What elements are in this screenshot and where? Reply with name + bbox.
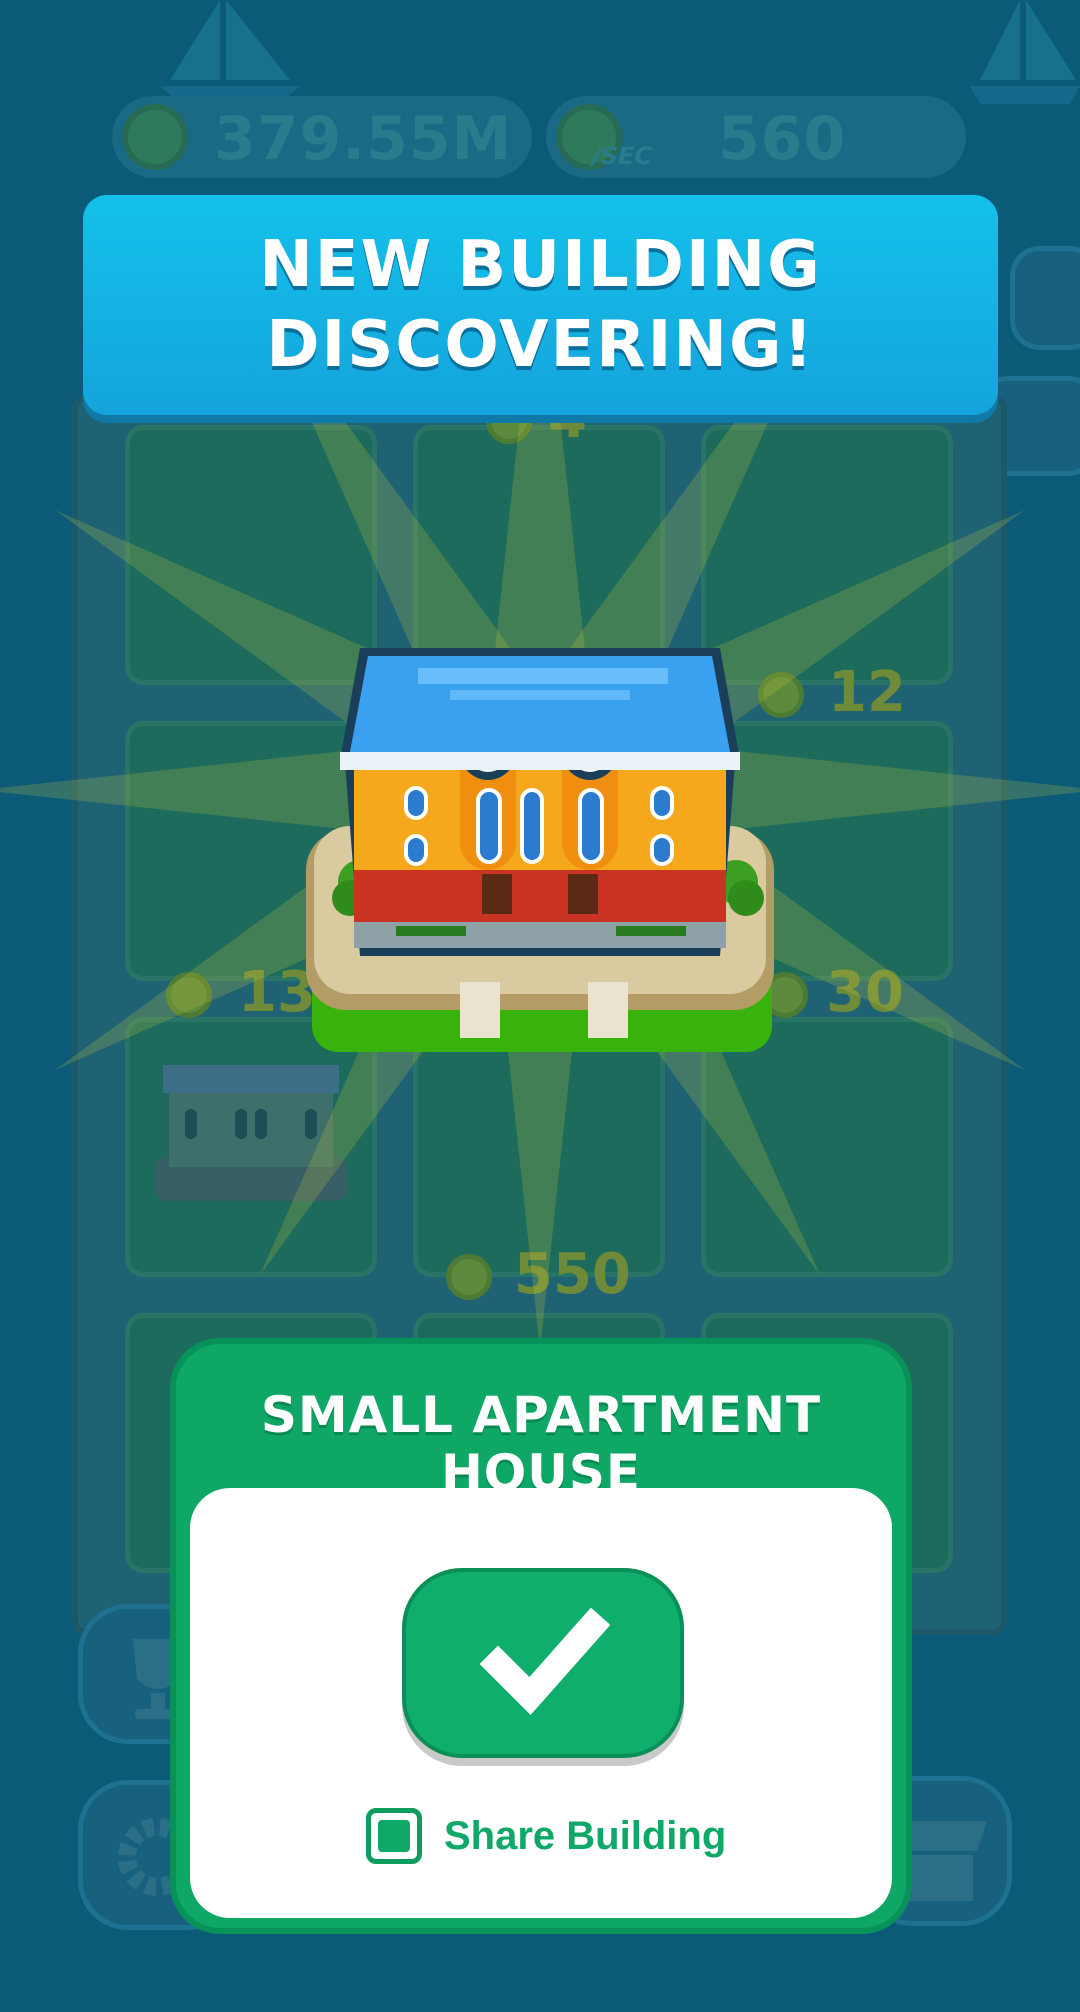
banner-title: NEW BUILDING DISCOVERING! [83, 225, 998, 385]
coin-amount: 379.55M [214, 104, 513, 174]
income-counter: /SEC 560 [546, 96, 966, 178]
sailboat-icon [970, 0, 1080, 104]
share-building-label: Share Building [444, 1813, 727, 1858]
confirm-button[interactable] [402, 1568, 684, 1758]
coin-icon [122, 104, 188, 170]
checkmark-icon [479, 1607, 611, 1715]
sailboat-icon [160, 0, 300, 104]
discovery-banner: NEW BUILDING DISCOVERING! [83, 195, 998, 415]
dialog-body: Share Building [190, 1488, 892, 1918]
banner-line-1: NEW BUILDING [259, 228, 822, 302]
buildings-button[interactable] [1010, 246, 1080, 350]
share-checkbox[interactable] [366, 1808, 422, 1864]
building-dialog: SMALL APARTMENT HOUSE Share Building [170, 1338, 912, 1934]
coin-counter: 379.55M [112, 96, 532, 178]
checkbox-fill [378, 1820, 410, 1852]
income-amount: 560 [718, 104, 847, 174]
per-sec-label: /SEC [592, 142, 653, 170]
apartment-building-icon [306, 648, 774, 1052]
share-building-toggle[interactable]: Share Building [366, 1806, 726, 1866]
banner-line-2: DISCOVERING! [266, 308, 815, 382]
building-name: SMALL APARTMENT HOUSE [260, 1386, 822, 1502]
